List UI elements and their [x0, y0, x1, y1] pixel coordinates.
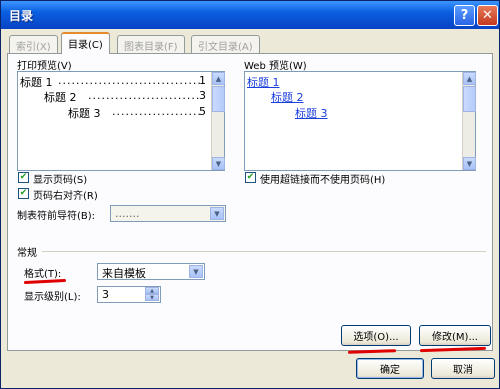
web-preview-scrollbar[interactable]: ▲ ▼	[462, 72, 476, 170]
print-preview-line: 标题 2....................................…	[44, 89, 206, 104]
tab-figures[interactable]: 图表目录(F)	[117, 35, 185, 53]
spin-down-icon[interactable]: ▼	[145, 294, 159, 301]
options-button[interactable]: 选项(O)...	[341, 325, 411, 346]
spin-up-icon[interactable]: ▲	[145, 287, 159, 294]
show-page-numbers-checkbox[interactable]: ✔	[18, 172, 29, 183]
dialog-title: 目录	[9, 9, 34, 23]
help-icon: ?	[460, 8, 469, 23]
chevron-down-icon[interactable]: ▼	[189, 265, 203, 278]
ok-button[interactable]: 确定	[356, 358, 424, 379]
print-preview-line: 标题 3....................................…	[68, 105, 206, 120]
tab-leader-value: .......	[115, 207, 140, 220]
tab-authorities[interactable]: 引文目录(A)	[191, 35, 260, 53]
red-annotation-mark	[419, 346, 487, 353]
right-align-checkbox[interactable]: ✔	[18, 188, 29, 199]
use-hyperlinks-label: 使用超链接而不使用页码(H)	[260, 175, 386, 186]
group-divider	[42, 251, 486, 252]
tab-leader-select[interactable]: ....... ▼	[110, 205, 226, 222]
scroll-up-icon[interactable]: ▲	[463, 72, 476, 85]
scroll-thumb[interactable]	[212, 86, 225, 112]
format-select[interactable]: 来自模板 ▼	[97, 263, 205, 280]
help-button[interactable]: ?	[454, 5, 475, 26]
tab-index[interactable]: 索引(X)	[9, 35, 58, 53]
web-preview-label: Web 预览(W)	[244, 61, 307, 72]
print-preview-line: 标题 1....................................…	[20, 74, 206, 89]
title-bar: 目录 ? ✕	[1, 1, 499, 29]
chevron-down-icon[interactable]: ▼	[210, 207, 224, 220]
format-value: 来自模板	[102, 267, 146, 280]
print-preview-label: 打印预览(V)	[17, 61, 72, 72]
close-button[interactable]: ✕	[477, 5, 498, 26]
right-align-label: 页码右对齐(R)	[33, 191, 98, 202]
web-preview-box: 标题 1 标题 2 标题 3 ▲ ▼	[244, 71, 476, 171]
scroll-down-icon[interactable]: ▼	[212, 157, 225, 170]
cancel-button[interactable]: 取消	[431, 358, 495, 379]
general-heading: 常规	[17, 248, 37, 259]
web-preview-link[interactable]: 标题 2	[271, 89, 304, 105]
print-preview-box: 标题 1....................................…	[17, 71, 225, 171]
tab-toc[interactable]: 目录(C)	[61, 32, 110, 54]
web-preview-link[interactable]: 标题 3	[295, 105, 328, 121]
tab-leader-label: 制表符前导符(B):	[17, 211, 96, 222]
close-icon: ✕	[482, 8, 493, 23]
web-preview-link[interactable]: 标题 1	[247, 74, 280, 90]
show-page-numbers-label: 显示页码(S)	[33, 175, 88, 186]
modify-button[interactable]: 修改(M)...	[419, 325, 491, 346]
red-annotation-mark	[347, 349, 397, 354]
levels-spinner[interactable]: 3 ▲ ▼	[97, 286, 161, 303]
tab-panel: 打印预览(V) 标题 1............................…	[7, 53, 493, 354]
scroll-thumb[interactable]	[463, 86, 476, 112]
levels-value: 3	[102, 288, 109, 301]
levels-label: 显示级别(L):	[24, 292, 81, 303]
scroll-up-icon[interactable]: ▲	[212, 72, 225, 85]
toc-dialog: 目录 ? ✕ 索引(X) 目录(C) 图表目录(F) 引文目录(A) 打印预览(…	[0, 0, 500, 389]
print-preview-scrollbar[interactable]: ▲ ▼	[211, 72, 225, 170]
use-hyperlinks-checkbox[interactable]: ✔	[245, 172, 256, 183]
format-label: 格式(T):	[24, 269, 62, 280]
scroll-down-icon[interactable]: ▼	[463, 157, 476, 170]
